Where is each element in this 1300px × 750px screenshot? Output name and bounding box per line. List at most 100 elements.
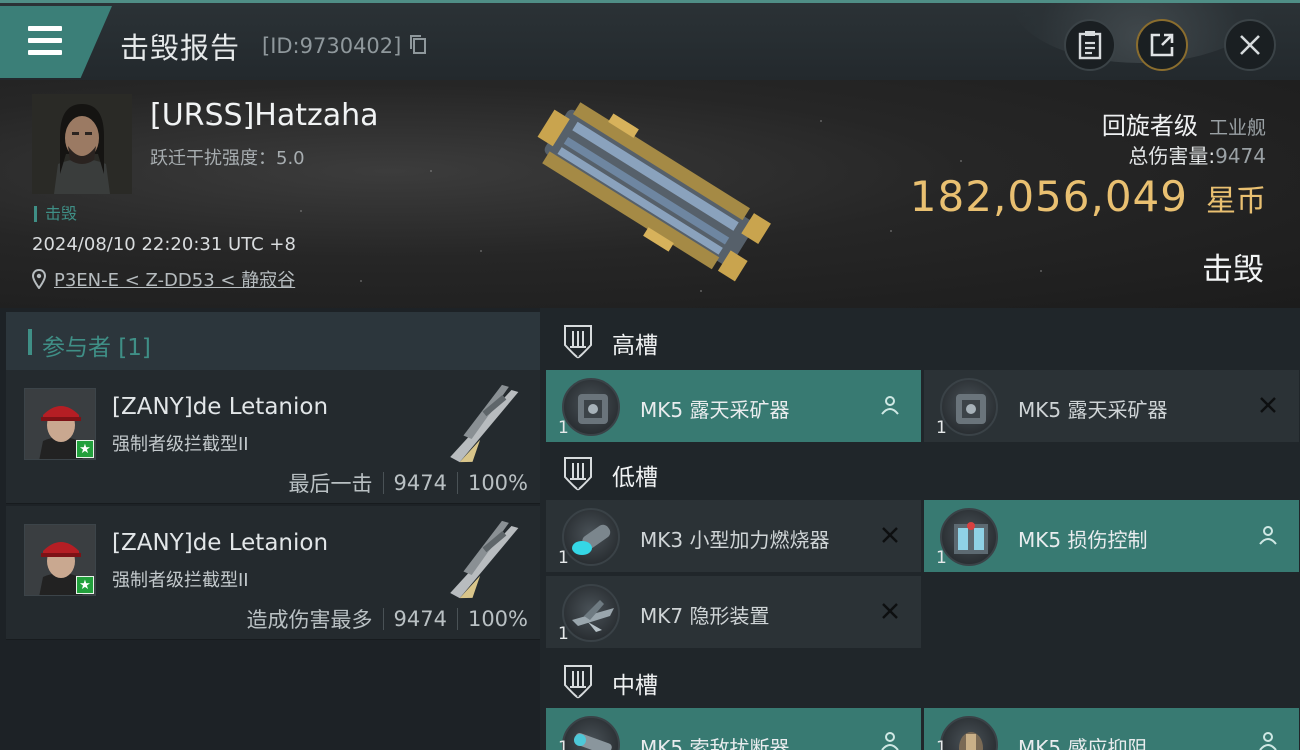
attacker-damage-percent: 100%: [467, 471, 528, 495]
cloaking-device-icon: [562, 584, 620, 642]
afterburner-icon: [562, 508, 620, 566]
module-item[interactable]: MK5 感应抑阻 1: [924, 708, 1299, 750]
kill-timestamp: 2024/08/10 22:20:31 UTC +8: [32, 234, 296, 255]
kill-result: 击毁: [1202, 252, 1264, 288]
victim-ship-type[interactable]: 回旋者级 工业舰: [1102, 106, 1266, 141]
module-name: MK5 露天采矿器: [640, 398, 790, 422]
attacker-card[interactable]: ★ [ZANY]de Letanion 强制者级拦截型II 最后一击 9474 …: [6, 370, 540, 504]
attacker-role: 造成伤害最多: [246, 608, 373, 632]
attacker-name[interactable]: [ZANY]de Letanion: [112, 530, 328, 556]
destroyed-x-icon: [1255, 392, 1281, 418]
attacker-ship-icon: [450, 384, 519, 463]
star-icon: ★: [76, 440, 94, 458]
ship-group: 工业舰: [1208, 117, 1266, 139]
module-qty: 1: [936, 738, 947, 750]
attacker-card[interactable]: ★ [ZANY]de Letanion 强制者级拦截型II 造成伤害最多 947…: [6, 506, 540, 640]
attacker-damage-percent: 100%: [467, 607, 528, 631]
mid-slot-header: 中槽: [540, 650, 1300, 710]
person-icon: [877, 392, 903, 418]
attacker-ship-icon: [450, 520, 519, 599]
report-id[interactable]: [ID:9730402]: [262, 34, 428, 58]
low-slot-label: 低槽: [612, 465, 658, 491]
module-qty: 1: [558, 548, 569, 568]
location-link[interactable]: P3EN-E < Z-DD53 < 静寂谷: [54, 266, 295, 292]
victim-name[interactable]: [URSS]Hatzaha: [150, 98, 379, 133]
high-slot-header: 高槽: [540, 310, 1300, 370]
module-qty: 1: [936, 548, 947, 568]
close-icon: [1240, 35, 1260, 55]
module-name: MK5 感应抑阻: [1018, 736, 1148, 750]
mid-slot-label: 中槽: [612, 673, 658, 699]
target-breaker-icon: [562, 716, 620, 750]
module-qty: 1: [558, 418, 569, 438]
clipboard-icon: [1078, 31, 1102, 60]
attacker-stats: 造成伤害最多 9474 100%: [247, 604, 529, 634]
isk-amount: 182,056,049: [909, 172, 1188, 221]
module-qty: 1: [558, 738, 569, 750]
participants-header: 参与者 [1]: [6, 312, 540, 370]
module-item[interactable]: MK5 索敌扰断器 1: [546, 708, 921, 750]
location-pin-icon: [32, 269, 46, 289]
attacker-role: 最后一击: [288, 472, 373, 496]
attacker-ship: 强制者级拦截型II: [112, 434, 249, 455]
person-icon: [877, 728, 903, 750]
attacker-avatar[interactable]: ★: [24, 388, 96, 460]
attacker-ship: 强制者级拦截型II: [112, 570, 249, 591]
share-button[interactable]: [1136, 19, 1188, 71]
menu-button[interactable]: [0, 6, 112, 78]
isk-value: 182,056,049 星币: [910, 172, 1266, 221]
module-item[interactable]: 1 MK7 隐形装置: [546, 576, 921, 648]
total-damage-value: 9474: [1215, 144, 1266, 168]
person-icon: [1255, 728, 1281, 750]
module-name: MK7 隐形装置: [640, 604, 770, 628]
isk-currency: 星币: [1206, 184, 1266, 219]
mining-laser-icon: [940, 378, 998, 436]
module-qty: 1: [936, 418, 947, 438]
low-slot-icon: [564, 457, 592, 491]
attacker-damage: 9474: [393, 607, 447, 631]
title-bar: 击毁报告 [ID:9730402]: [0, 0, 1300, 80]
participants-panel: 参与者 [1] ★ [ZANY]de Letanion 强制者级拦截型II 最后…: [0, 308, 540, 750]
menu-icon: [28, 26, 62, 31]
module-name: MK5 露天采矿器: [1018, 398, 1168, 422]
star-icon: ★: [76, 576, 94, 594]
person-icon: [1255, 522, 1281, 548]
total-damage: 总伤害量:9474: [1128, 144, 1266, 168]
module-item[interactable]: 1 MK5 露天采矿器: [924, 370, 1299, 442]
module-name: MK5 索敌扰断器: [640, 736, 790, 750]
module-item[interactable]: 1 MK5 损伤控制: [924, 500, 1299, 572]
damage-control-icon: [940, 508, 998, 566]
copy-icon[interactable]: [410, 35, 428, 55]
low-slot-header: 低槽: [540, 442, 1300, 502]
destroyed-x-icon: [877, 598, 903, 624]
module-item[interactable]: 1 MK3 小型加力燃烧器: [546, 500, 921, 572]
clipboard-button[interactable]: [1064, 19, 1116, 71]
victim-portrait[interactable]: [32, 94, 132, 194]
close-button[interactable]: [1224, 19, 1276, 71]
victim-ship-image: [537, 102, 771, 282]
share-icon: [1150, 33, 1174, 57]
destroyed-x-icon: [877, 522, 903, 548]
warp-disrupt-strength: 跃迁干扰强度：5.0: [150, 148, 305, 169]
page-title: 击毁报告: [120, 31, 241, 65]
mid-slot-icon: [564, 665, 592, 699]
attacker-avatar[interactable]: ★: [24, 524, 96, 596]
sensor-dampener-icon: [940, 716, 998, 750]
module-qty: 1: [558, 624, 569, 644]
attacker-name[interactable]: [ZANY]de Letanion: [112, 394, 328, 420]
module-name: MK5 损伤控制: [1018, 528, 1148, 552]
high-slot-icon: [564, 325, 592, 359]
pilot-portrait-image: [32, 94, 132, 194]
high-slot-label: 高槽: [612, 333, 658, 359]
mining-laser-icon: [562, 378, 620, 436]
ship-class-name: 回旋者级: [1101, 112, 1198, 140]
fitting-panel: 高槽 1 MK5 露天采矿器 1 MK5 露天采矿器 低槽 1 MK3 小型加力…: [540, 308, 1300, 750]
attacker-damage: 9474: [393, 471, 447, 495]
module-name: MK3 小型加力燃烧器: [640, 528, 830, 552]
module-item[interactable]: 1 MK5 露天采矿器: [546, 370, 921, 442]
status-tag: 击毁: [34, 206, 77, 222]
kill-location[interactable]: P3EN-E < Z-DD53 < 静寂谷: [32, 266, 295, 292]
attacker-stats: 最后一击 9474 100%: [289, 468, 529, 498]
participants-title: 参与者 [1]: [42, 335, 151, 361]
victim-summary: [URSS]Hatzaha 跃迁干扰强度：5.0 击毁 2024/08/10 2…: [0, 80, 1300, 308]
